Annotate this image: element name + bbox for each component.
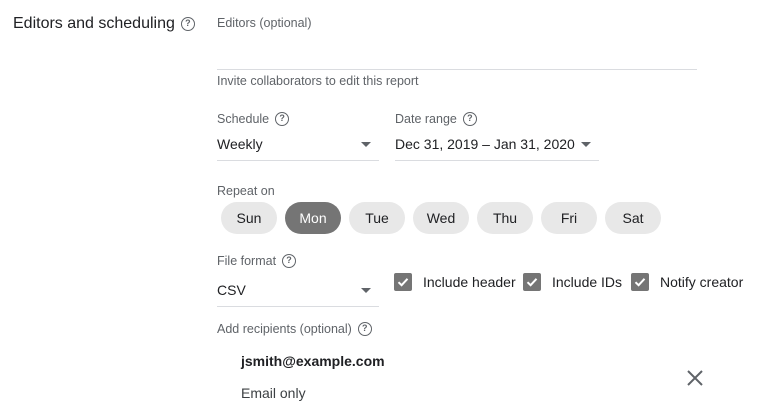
help-icon[interactable]: ?: [462, 112, 477, 126]
recipient-email: jsmith@example.com: [241, 353, 385, 369]
section-title: Editors and scheduling ?: [13, 15, 195, 33]
date-range-label: Date range ?: [395, 112, 477, 126]
section-title-text: Editors and scheduling: [13, 15, 175, 32]
recipients-label: Add recipients (optional) ?: [217, 322, 372, 336]
day-chip-wed[interactable]: Wed: [413, 202, 469, 234]
help-icon[interactable]: ?: [357, 322, 372, 336]
include-header-checkbox[interactable]: Include header: [394, 273, 516, 291]
dropdown-arrow-icon: [361, 287, 371, 293]
dropdown-arrow-icon: [581, 141, 591, 147]
file-format-label: File format ?: [217, 254, 297, 268]
include-ids-checkbox[interactable]: Include IDs: [523, 273, 622, 291]
editors-input-underline: [217, 69, 697, 70]
dropdown-arrow-icon: [361, 141, 371, 147]
day-chip-thu[interactable]: Thu: [477, 202, 533, 234]
notify-creator-label: Notify creator: [660, 274, 744, 290]
editors-input[interactable]: [217, 38, 697, 68]
recipient-type: Email only: [241, 385, 306, 401]
include-header-label: Include header: [423, 274, 516, 290]
repeat-days: Sun Mon Tue Wed Thu Fri Sat: [221, 202, 661, 234]
day-chip-tue[interactable]: Tue: [349, 202, 405, 234]
date-range-select[interactable]: Dec 31, 2019 – Jan 31, 2020: [395, 136, 599, 161]
help-icon[interactable]: ?: [282, 254, 297, 268]
help-icon[interactable]: ?: [180, 17, 195, 31]
notify-creator-checkbox[interactable]: Notify creator: [631, 273, 743, 291]
schedule-label: Schedule ?: [217, 112, 290, 126]
schedule-select[interactable]: Weekly: [217, 136, 379, 161]
date-range-value: Dec 31, 2019 – Jan 31, 2020: [395, 136, 575, 152]
editors-hint: Invite collaborators to edit this report: [217, 74, 419, 88]
date-range-label-text: Date range: [395, 112, 457, 126]
file-format-value: CSV: [217, 282, 246, 298]
help-icon[interactable]: ?: [275, 112, 290, 126]
schedule-label-text: Schedule: [217, 112, 270, 126]
recipients-label-text: Add recipients (optional): [217, 322, 352, 336]
checkbox-checked-icon[interactable]: [631, 273, 649, 291]
day-chip-fri[interactable]: Fri: [541, 202, 597, 234]
close-icon[interactable]: [685, 368, 705, 388]
schedule-value: Weekly: [217, 136, 263, 152]
day-chip-sun[interactable]: Sun: [221, 202, 277, 234]
editors-label: Editors (optional): [217, 16, 312, 30]
day-chip-mon[interactable]: Mon: [285, 202, 341, 234]
day-chip-sat[interactable]: Sat: [605, 202, 661, 234]
checkbox-checked-icon[interactable]: [523, 273, 541, 291]
include-ids-label: Include IDs: [552, 274, 623, 290]
file-format-select[interactable]: CSV: [217, 282, 379, 307]
checkbox-checked-icon[interactable]: [394, 273, 412, 291]
repeat-label: Repeat on: [217, 184, 275, 198]
file-format-label-text: File format: [217, 254, 277, 268]
